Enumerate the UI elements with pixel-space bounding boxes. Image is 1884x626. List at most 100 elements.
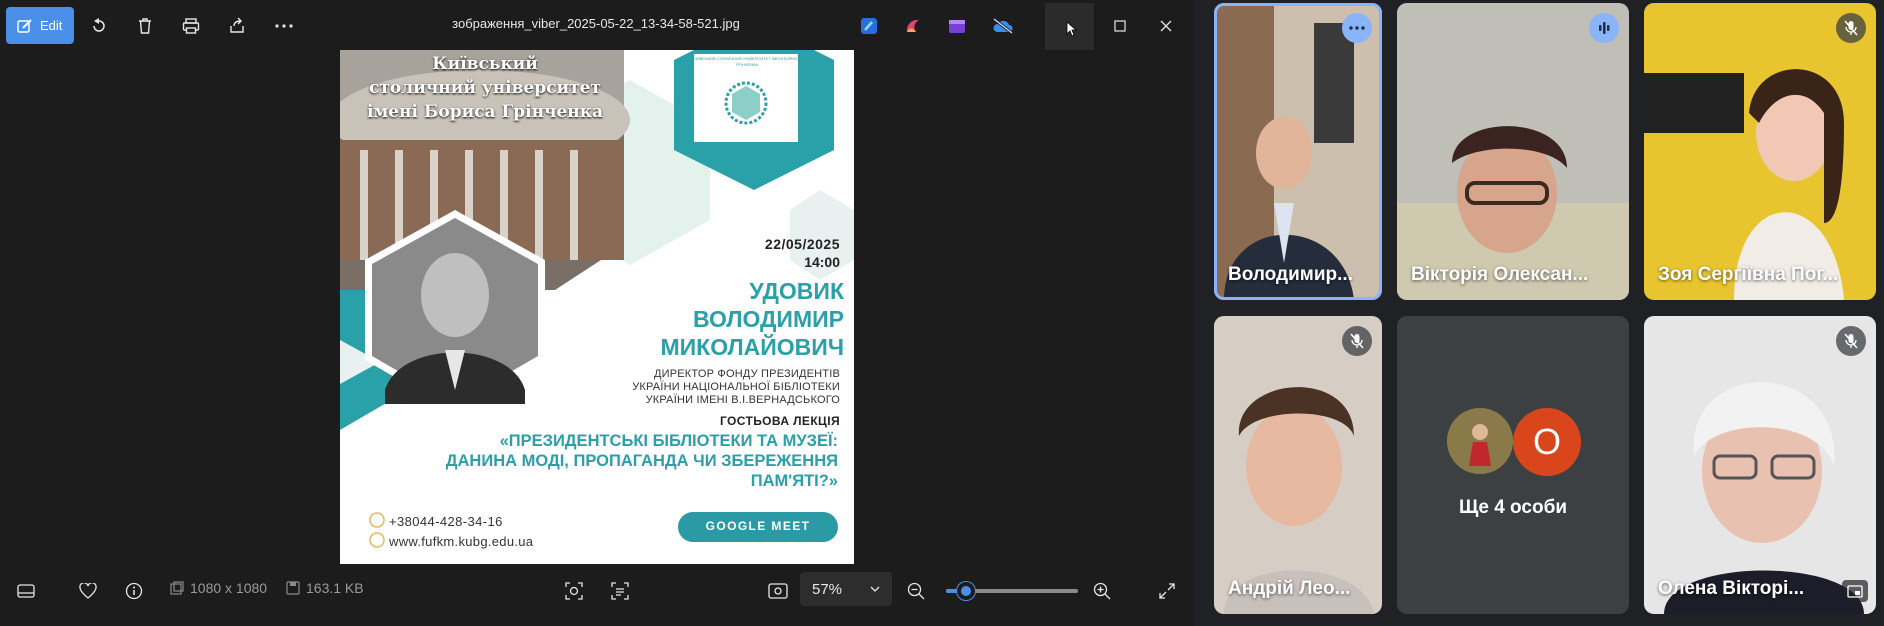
actual-size-button[interactable]: [760, 573, 796, 609]
event-time: 14:00: [804, 254, 840, 270]
expand-icon: [1159, 583, 1175, 599]
participant-name: Вікторія Олексан...: [1411, 264, 1589, 285]
share-icon: [230, 17, 244, 33]
file-size: 163.1 KB: [286, 580, 364, 596]
cursor-icon: [1066, 21, 1078, 37]
edit-label: Edit: [40, 18, 63, 33]
info-icon: [125, 582, 143, 600]
others-tile[interactable]: О Ще 4 особи: [1397, 316, 1629, 614]
participant-name: Андрій Лео...: [1228, 578, 1351, 599]
participant-video-5: [1644, 316, 1876, 614]
lecture-topic: «ПРЕЗИДЕНТСЬКІ БІБЛІОТЕКИ ТА МУЗЕЇ: ДАНИ…: [446, 431, 838, 491]
speaking-indicator: [1589, 13, 1619, 43]
share-button[interactable]: [219, 8, 255, 44]
chevron-down-icon: [870, 586, 880, 592]
print-button[interactable]: [173, 8, 209, 44]
google-meet-badge: GOOGLE MEET: [705, 519, 811, 533]
designer-icon: [861, 18, 877, 34]
participant-tile-3[interactable]: Зоя Сергіївна Пог...: [1644, 3, 1876, 300]
participant-tile-2[interactable]: Вікторія Олексан...: [1397, 3, 1629, 300]
zoom-out-icon: [907, 582, 925, 600]
file-name: зображення_viber_2025-05-22_13-34-58-521…: [452, 16, 740, 31]
mic-off-icon: [1844, 333, 1858, 349]
zoom-out-button[interactable]: [898, 573, 934, 609]
zoom-slider[interactable]: [946, 582, 1078, 600]
zoom-slider-thumb[interactable]: [956, 582, 975, 600]
scan-text-button[interactable]: [602, 573, 638, 609]
close-window-button[interactable]: [1148, 8, 1184, 44]
filmstrip-icon: [17, 584, 35, 598]
avatar-image: [1447, 408, 1513, 474]
university-logo-text: КИЇВСЬКИЙ СТОЛИЧНИЙ УНІВЕРСИТЕТ ІМЕНІ БО…: [693, 56, 801, 67]
scan-text-icon: [611, 582, 629, 600]
participant-name: Олена Вікторі...: [1658, 578, 1805, 599]
close-icon: [1160, 20, 1172, 32]
more-options-button[interactable]: [1342, 13, 1372, 43]
university-line-2: столичний університет: [369, 78, 601, 98]
favorite-button[interactable]: [70, 573, 106, 609]
trash-icon: [139, 18, 151, 34]
fullscreen-button[interactable]: [1149, 573, 1185, 609]
dimensions-text: 1080 x 1080: [190, 580, 268, 596]
clipchamp-app-button[interactable]: [939, 8, 975, 44]
dimensions-icon: [170, 581, 184, 595]
speaker-name: УДОВИК ВОЛОДИМИР МИКОЛАЙОВИЧ: [660, 277, 844, 361]
delete-button[interactable]: [127, 8, 163, 44]
participant-video-4: [1214, 316, 1382, 614]
participant-tile-5[interactable]: Олена Вікторі...: [1644, 316, 1876, 614]
participant-name: Зоя Сергіївна Пог...: [1658, 264, 1839, 285]
topic-line-2: ДАНИНА МОДІ, ПРОПАГАНДА ЧИ ЗБЕРЕЖЕННЯ: [445, 452, 838, 470]
participant-video-3: [1644, 3, 1876, 300]
photos-viewer: Edit зображення_viber_2025-05-22_13-34-5…: [0, 0, 1194, 626]
muted-indicator: [1836, 13, 1866, 43]
university-line-1: Київський: [432, 54, 538, 74]
others-avatar-photo: [1447, 408, 1513, 474]
contact-phone: +38044-428-34-16: [389, 514, 503, 529]
participant-tile-1[interactable]: Володимир...: [1214, 3, 1382, 300]
onedrive-button[interactable]: [985, 8, 1021, 44]
image-dimensions: 1080 x 1080: [170, 580, 267, 596]
maximize-button[interactable]: [1102, 8, 1138, 44]
mic-off-icon: [1350, 333, 1364, 349]
ellipsis-icon: [275, 24, 293, 28]
maximize-icon: [1114, 20, 1126, 32]
designer-app-button[interactable]: [851, 8, 887, 44]
viewer-bottom-bar: 1080 x 1080 163.1 KB 57%: [0, 566, 1194, 616]
topic-line-3: ПАМ'ЯТІ?»: [750, 472, 838, 490]
topic-line-1: «ПРЕЗИДЕНТСЬКІ БІБЛІОТЕКИ ТА МУЗЕЇ:: [499, 432, 838, 450]
file-info-button[interactable]: [116, 573, 152, 609]
printer-icon: [182, 18, 200, 34]
rotate-icon: [93, 18, 105, 32]
paint-app-button[interactable]: [895, 8, 931, 44]
minimize-button[interactable]: [1045, 3, 1094, 50]
muted-indicator: [1342, 326, 1372, 356]
viewer-toolbar: Edit зображення_viber_2025-05-22_13-34-5…: [0, 0, 1194, 50]
avatar-letter: О: [1532, 421, 1561, 462]
event-date: 22/05/2025: [764, 236, 840, 252]
speaker-role: ДИРЕКТОР ФОНДУ ПРЕЗИДЕНТІВ УКРАЇНИ НАЦІО…: [632, 368, 840, 407]
rotate-button[interactable]: [81, 8, 117, 44]
audio-level-icon: [1599, 22, 1610, 34]
speaker-first-name: ВОЛОДИМИР: [692, 306, 844, 332]
poster-image: Київський столичний університет імені Бо…: [340, 50, 854, 564]
participant-tile-4[interactable]: Андрій Лео...: [1214, 316, 1382, 614]
zoom-in-icon: [1093, 582, 1111, 600]
more-options-button[interactable]: [266, 8, 302, 44]
filmstrip-button[interactable]: [8, 573, 44, 609]
others-label: Ще 4 особи: [1459, 497, 1567, 518]
role-line-2: УКРАЇНИ НАЦІОНАЛЬНОЇ БІБЛІОТЕКИ: [632, 381, 840, 393]
mic-off-icon: [1844, 20, 1858, 36]
heart-icon: [79, 583, 97, 599]
zoom-in-button[interactable]: [1084, 573, 1120, 609]
participant-name: Володимир...: [1228, 264, 1353, 285]
zoom-level-dropdown[interactable]: 57%: [800, 572, 892, 606]
university-line-3: імені Бориса Грінченка: [366, 102, 604, 122]
clipchamp-icon: [949, 20, 965, 33]
edit-button[interactable]: Edit: [6, 7, 74, 44]
pip-button[interactable]: [1842, 580, 1868, 602]
contact-website: www.fufkm.kubg.edu.ua: [389, 534, 534, 549]
visual-search-button[interactable]: [556, 573, 592, 609]
edit-icon: [17, 18, 32, 33]
lecture-type: ГОСТЬОВА ЛЕКЦІЯ: [719, 414, 840, 428]
muted-indicator: [1836, 326, 1866, 356]
